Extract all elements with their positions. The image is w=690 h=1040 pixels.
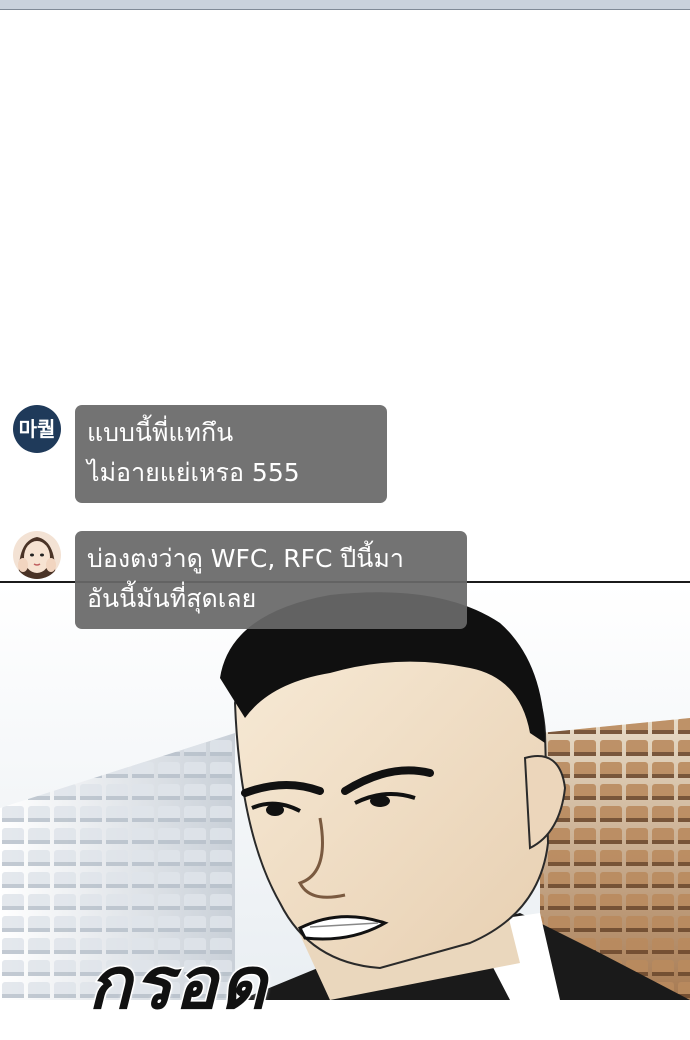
bubble-line: แบบนี้พี่แทกึน	[87, 418, 234, 447]
chat-bubble-2: บ่องตงว่าดู WFC, RFC ปีนี้มา อันนี้มันที…	[75, 531, 467, 629]
avatar-logo-text: 마퀄	[18, 417, 56, 441]
chat-bubble-1: แบบนี้พี่แทกึน ไม่อายแย่เหรอ 555	[75, 405, 387, 503]
woman-face-avatar[interactable]	[13, 531, 61, 579]
sound-effect-text: กรอด	[86, 940, 269, 1027]
bubble-line: ไม่อายแย่เหรอ 555	[87, 458, 300, 487]
top-panel-edge	[0, 0, 690, 10]
logo-avatar[interactable]: 마퀄	[13, 405, 61, 453]
woman-face-icon	[13, 531, 61, 579]
bubble-line: อันนี้มันที่สุดเลย	[87, 584, 257, 613]
bubble-line: บ่องตงว่าดู WFC, RFC ปีนี้มา	[87, 544, 404, 573]
